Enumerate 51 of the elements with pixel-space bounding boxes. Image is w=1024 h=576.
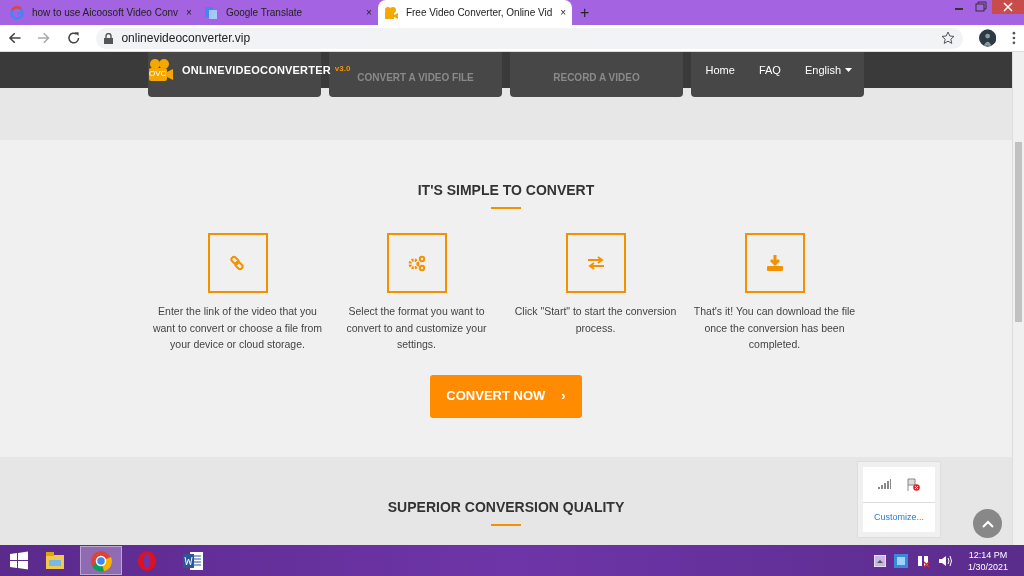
close-icon[interactable] [992,0,1024,14]
opera-icon [135,548,159,573]
link-icon [228,254,247,272]
back-icon[interactable] [8,31,22,45]
taskbar-app[interactable] [80,546,122,575]
nav-link[interactable]: English [804,61,852,79]
card-label: CONVERT A VIDEO FILE [357,72,474,83]
step-description: Select the format you want to convert to and customize your settings. [345,304,488,352]
windows-start-icon[interactable] [8,549,30,572]
google-icon [10,5,24,20]
version-label: v3.0 [334,63,351,75]
caret-icon [845,68,852,72]
app-tray-icon[interactable] [893,553,908,568]
signal-icon[interactable] [878,479,891,490]
new-tab-button[interactable]: + [580,5,590,21]
url-text: onlinevideoconverter.vip [121,30,252,47]
volume-icon[interactable] [937,554,952,567]
flag-icon[interactable] [907,477,920,491]
clock[interactable]: 12:14 PM 1/30/2021 [967,548,1008,573]
swap-icon [586,254,605,272]
star-icon[interactable] [940,31,955,45]
chrome-icon [89,548,113,573]
close-icon[interactable]: × [186,5,192,20]
nav-link[interactable]: Home [705,61,735,79]
step-description: Click "Start" to start the conversion process. [513,304,678,336]
download-icon [765,254,784,272]
card-label: RECORD A VIDEO [553,72,640,83]
step-description: That's it! You can download the file once the conversion has been completed. [692,304,857,352]
browser-tab[interactable]: how to use Aicoosoft Video Conv × [4,0,198,25]
avatar-icon[interactable] [978,29,997,47]
logo-text: ONLINEVIDEOCONVERTER [182,62,331,78]
menu-card[interactable]: RECORD A VIDEO [510,52,683,97]
camera-icon [383,5,398,20]
translate-icon [203,5,218,20]
menu-icon[interactable] [1012,31,1016,45]
gears-icon [407,254,426,272]
close-icon[interactable]: × [366,5,372,20]
lock-icon [104,32,114,44]
close-icon[interactable]: × [560,5,567,20]
reload-icon[interactable] [66,31,81,45]
show-hidden-icons-icon[interactable] [873,554,886,567]
section-title: SUPERIOR CONVERSION QUALITY [387,498,625,517]
step-description: Enter the link of the video that you want to convert or choose a file from your device or cloud storage. [151,304,324,352]
section-title: IT'S SIMPLE TO CONVERT [417,181,595,200]
nav-link[interactable]: FAQ [758,61,781,79]
network-icon[interactable] [915,553,930,568]
browser-tab[interactable]: Google Translate × [197,0,378,25]
browser-tab[interactable]: Free Video Converter, Online Vid × [377,0,573,25]
scrollbar-thumb[interactable] [1015,142,1022,322]
chevron-up-icon [981,519,994,528]
address-bar[interactable]: onlinevideoconverter.vip [96,27,963,49]
